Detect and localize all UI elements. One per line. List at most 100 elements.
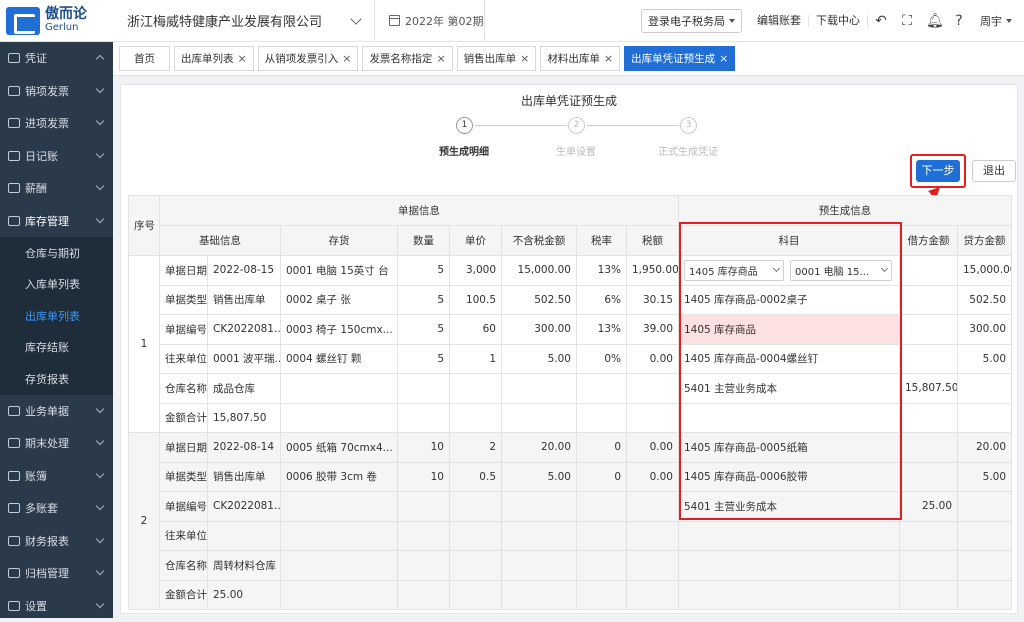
sidebar-subitem[interactable]: 入库单列表 — [0, 269, 113, 301]
col-qty: 数量 — [398, 226, 450, 256]
user-menu[interactable]: 周宇 — [980, 13, 1012, 29]
subject-item-select[interactable]: 0001 电脑 15... — [790, 260, 892, 281]
sidebar-item[interactable]: 业务单据 — [0, 395, 113, 428]
subject-cell[interactable]: 1405 库存商品-0004螺丝钉 — [679, 344, 900, 374]
sidebar-item[interactable]: 财务报表 — [0, 525, 113, 558]
logo: 傲而论 Gerlun — [0, 0, 113, 42]
amount-cell — [502, 374, 577, 404]
main-panel: 出库单凭证预生成 1 2 3 预生成明细 生单设置 正式生成凭证 下一步 退出 … — [120, 84, 1018, 614]
subject-cell[interactable]: 1405 库存商品-0002桌子 — [679, 285, 900, 315]
close-icon[interactable]: × — [604, 52, 613, 65]
sidebar-item[interactable]: 设置 — [0, 590, 113, 622]
field-label: 单据类型 — [160, 462, 208, 492]
qty-cell: 5 — [398, 344, 450, 374]
sidebar-subitem[interactable]: 仓库与期初 — [0, 237, 113, 269]
bell-icon[interactable]: 🔔︎ — [926, 14, 940, 28]
sidebar-item[interactable]: 归档管理 — [0, 557, 113, 590]
sidebar-item[interactable]: 日记账 — [0, 140, 113, 173]
subject-account-select[interactable]: 1405 库存商品 — [684, 260, 784, 281]
subject-cell[interactable]: 5401 主营业务成本 — [679, 492, 900, 522]
company-selector[interactable]: 浙江梅威特健康产业发展有限公司 — [113, 0, 375, 42]
logo-subtext: Gerlun — [45, 21, 87, 34]
rate-cell — [577, 492, 627, 522]
sidebar-subitem[interactable]: 存货报表 — [0, 363, 113, 395]
qty-cell: 10 — [398, 462, 450, 492]
sidebar-item[interactable]: 多账套 — [0, 492, 113, 525]
close-icon[interactable]: × — [238, 52, 247, 65]
field-value: 2022-08-15 — [208, 256, 281, 286]
subject-cell[interactable] — [679, 521, 900, 551]
sidebar-item[interactable]: 薪酬 — [0, 172, 113, 205]
sidebar-item[interactable]: 期末处理 — [0, 427, 113, 460]
subject-cell[interactable]: 1405 库存商品-0005纸箱 — [679, 433, 900, 463]
top-bar: 浙江梅威特健康产业发展有限公司 2022年 第02期 登录电子税务局 编辑账套 … — [113, 0, 1024, 42]
edit-accounts-link[interactable]: 编辑账套 — [750, 15, 809, 27]
debit-cell — [900, 521, 958, 551]
help-icon[interactable]: ? — [952, 14, 966, 28]
amount-cell: 20.00 — [502, 433, 577, 463]
rate-cell: 6% — [577, 285, 627, 315]
tax-cell: 39.00 — [627, 315, 679, 345]
chevron-down-icon — [96, 437, 104, 445]
sidebar-item[interactable]: 进项发票 — [0, 107, 113, 140]
tab-item[interactable]: 出库单凭证预生成× — [624, 46, 735, 71]
tab-item[interactable]: 销售出库单× — [457, 46, 537, 71]
goods-cell — [281, 580, 398, 610]
goods-cell — [281, 521, 398, 551]
subject-cell[interactable] — [679, 551, 900, 581]
tax-cell — [627, 492, 679, 522]
download-center-link[interactable]: 下载中心 — [809, 15, 868, 27]
field-label: 金额合计 — [160, 580, 208, 610]
tab-label: 从销项发票引入 — [265, 51, 339, 66]
tab-item[interactable]: 从销项发票引入× — [258, 46, 359, 71]
table-row: 单据类型销售出库单0006 胶带 3cm 卷100.55.0000.001405… — [129, 462, 1012, 492]
sidebar-item-label: 账簿 — [25, 468, 47, 484]
row-seq: 1 — [129, 256, 160, 433]
amount-cell: 300.00 — [502, 315, 577, 345]
sidebar-item[interactable]: 凭证 — [0, 42, 113, 75]
rate-cell: 13% — [577, 315, 627, 345]
goods-cell — [281, 403, 398, 433]
credit-cell — [958, 580, 1012, 610]
tab-item[interactable]: 发票名称指定× — [362, 46, 452, 71]
sidebar-item[interactable]: 库存管理 — [0, 205, 113, 238]
amount-cell: 502.50 — [502, 285, 577, 315]
rate-cell: 0 — [577, 433, 627, 463]
close-icon[interactable]: × — [719, 52, 728, 65]
subject-cell[interactable] — [679, 580, 900, 610]
credit-cell: 5.00 — [958, 462, 1012, 492]
tax-bureau-login-button[interactable]: 登录电子税务局 — [641, 9, 742, 33]
sidebar-item-label: 多账套 — [25, 500, 58, 516]
tab-item[interactable]: 材料出库单× — [540, 46, 620, 71]
subject-cell[interactable] — [679, 403, 900, 433]
subject-cell[interactable]: 1405 库存商品 — [679, 315, 900, 345]
field-label: 单据类型 — [160, 285, 208, 315]
tax-cell — [627, 580, 679, 610]
sidebar-item-label: 薪酬 — [25, 180, 47, 196]
close-icon[interactable]: × — [436, 52, 445, 65]
close-icon[interactable]: × — [520, 52, 529, 65]
close-icon[interactable]: × — [342, 52, 351, 65]
tab-item[interactable]: 出库单列表× — [174, 46, 254, 71]
sidebar: 傲而论 Gerlun 凭证销项发票进项发票日记账薪酬库存管理 仓库与期初入库单列… — [0, 0, 113, 618]
goods-cell: 0002 桌子 张 — [281, 285, 398, 315]
subject-cell[interactable]: 5401 主营业务成本 — [679, 374, 900, 404]
chevron-down-icon — [96, 567, 104, 575]
sidebar-item-label: 期末处理 — [25, 435, 69, 451]
qty-cell — [398, 521, 450, 551]
next-step-button[interactable]: 下一步 — [916, 160, 960, 182]
subject-cell[interactable]: 1405 库存商品-0006胶带 — [679, 462, 900, 492]
exit-button[interactable]: 退出 — [972, 160, 1016, 182]
sidebar-subitem[interactable]: 出库单列表 — [0, 300, 113, 332]
fullscreen-icon[interactable]: ⛶ — [900, 14, 914, 28]
table-row: 往来单位 — [129, 521, 1012, 551]
sidebar-subitem[interactable]: 库存结账 — [0, 332, 113, 364]
period-selector[interactable]: 2022年 第02期 — [375, 0, 485, 42]
tab-item[interactable]: 首页 — [119, 46, 170, 71]
sidebar-item[interactable]: 销项发票 — [0, 75, 113, 108]
goods-cell — [281, 492, 398, 522]
tax-cell: 0.00 — [627, 462, 679, 492]
amount-cell — [502, 521, 577, 551]
sidebar-item[interactable]: 账簿 — [0, 460, 113, 493]
undo-icon[interactable]: ↶ — [874, 14, 888, 28]
